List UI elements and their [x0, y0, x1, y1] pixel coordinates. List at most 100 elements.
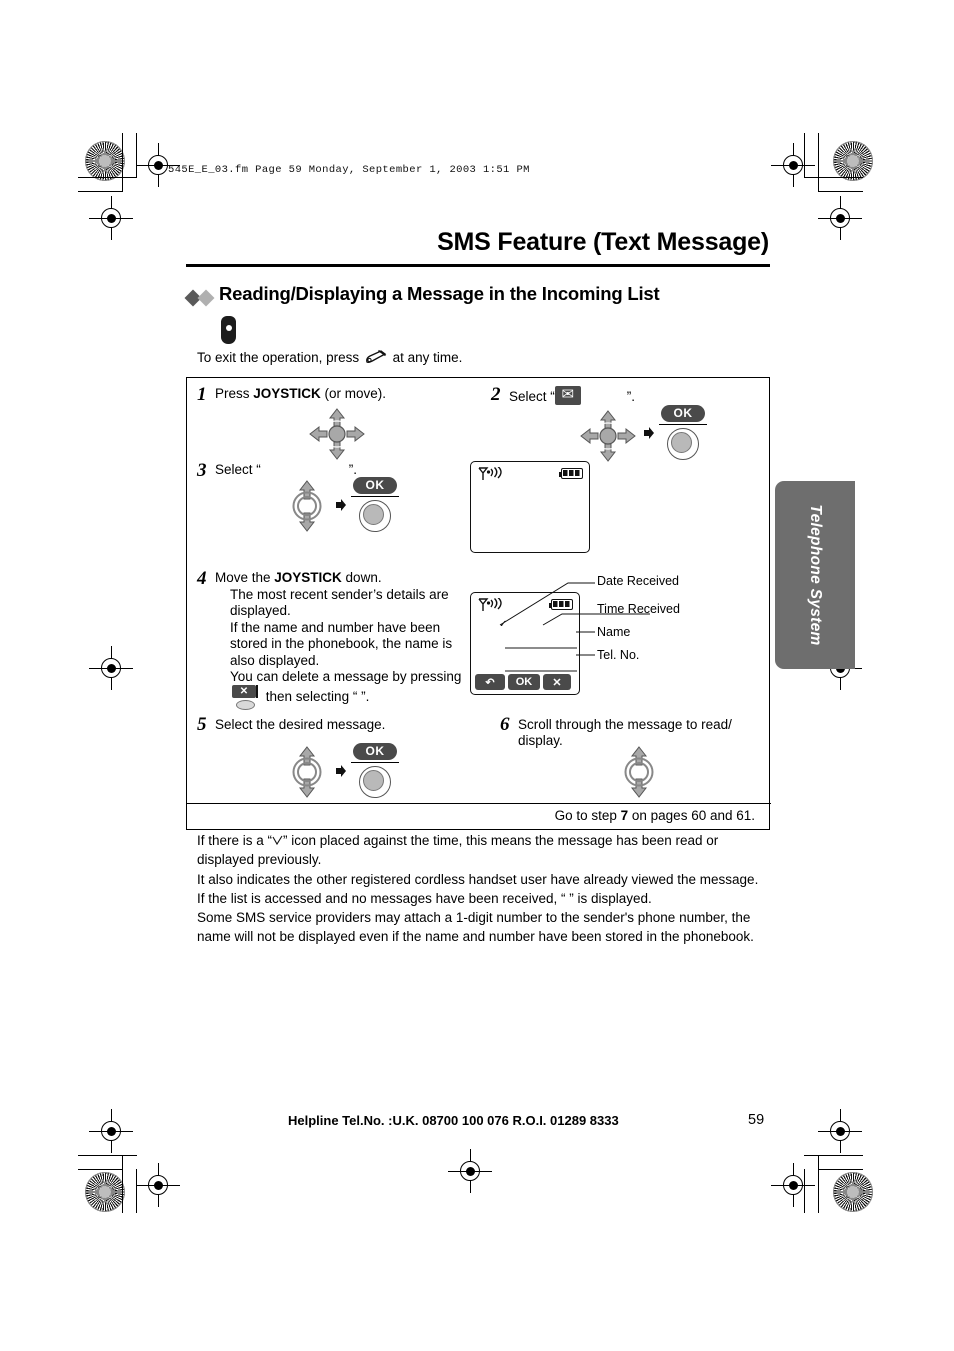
section-heading: Reading/Displaying a Message in the Inco…	[219, 283, 660, 304]
exit-instruction-after: at any time.	[392, 350, 463, 365]
page-number: 59	[748, 1112, 765, 1128]
page-title: SMS Feature (Text Message)	[437, 228, 769, 256]
note-1: If there is a “” icon placed against the…	[197, 831, 773, 870]
off-hook-key-icon	[365, 349, 387, 365]
step-3-number: 3	[197, 460, 207, 481]
note-2: It also indicates the other registered c…	[197, 871, 759, 887]
read-tick-icon	[272, 835, 283, 846]
registration-mark-left-upper	[89, 196, 133, 240]
exit-instruction: To exit the operation, press at any time…	[197, 349, 462, 365]
step-4-heading: Move the JOYSTICK down.	[215, 570, 465, 586]
crop-mark	[818, 1169, 863, 1170]
registration-mark-left-bottom	[89, 1109, 133, 1153]
crop-mark	[804, 177, 863, 178]
lcd-screen-empty	[470, 461, 590, 553]
callout-tel-no: Tel. No.	[597, 648, 640, 662]
delete-key-edge	[256, 685, 258, 699]
go-to-step-note: Go to step 7 on pages 60 and 61.	[555, 808, 755, 823]
registration-mark-left-lower	[89, 646, 133, 690]
arrow-right-icon	[643, 426, 655, 440]
step-box-inner-divider	[187, 803, 771, 805]
go-to-step-after: on pages 60 and 61.	[628, 808, 755, 823]
title-divider	[186, 264, 770, 267]
step-5-text: Select the desired message.	[215, 717, 386, 732]
ok-key-icon: OK	[351, 743, 399, 798]
step-1-bold: JOYSTICK	[253, 386, 321, 401]
step-6-text: Scroll through the message to read/ disp…	[518, 717, 732, 749]
callout-time-received: Time Received	[597, 602, 680, 616]
step-6-number: 6	[500, 714, 510, 735]
print-registration-star-bottom-right	[833, 1172, 873, 1212]
go-to-step-number: 7	[620, 808, 629, 823]
step-4-before: Move the	[215, 570, 275, 585]
registration-mark-top-right	[771, 143, 815, 187]
crop-mark	[136, 1169, 137, 1213]
registration-mark-bottom-center	[448, 1149, 492, 1193]
callout-name: Name	[597, 625, 631, 639]
registration-mark-right-upper	[818, 196, 862, 240]
step-3-text-before: Select “	[215, 462, 261, 477]
step-4-body-3-after: then selecting “ ”.	[265, 689, 370, 705]
print-registration-star-top-left	[85, 141, 125, 181]
step-4-body-2: If the name and number have been stored …	[230, 620, 453, 668]
ok-key-icon: OK	[659, 405, 707, 460]
side-tab-label: Telephone System	[807, 504, 824, 646]
step-3-text: Select “ ”.	[215, 462, 465, 478]
step-5-number: 5	[197, 714, 207, 735]
step-4-body-3-before: You can delete a message by pressing	[230, 669, 462, 684]
ok-key-ring	[359, 500, 391, 532]
crop-mark	[818, 133, 819, 191]
registration-mark-bottom-left	[136, 1163, 180, 1207]
crop-mark	[804, 1155, 863, 1156]
callout-date-received: Date Received	[597, 574, 679, 588]
procedure-step-box: 1 Press JOYSTICK (or move). 2 Select “ ”.	[186, 377, 771, 830]
antenna-signal-icon	[477, 465, 511, 481]
step-2-text: Select “ ”.	[509, 385, 759, 405]
crop-mark	[804, 133, 805, 177]
ok-key-divider	[351, 762, 399, 764]
step-1-text-before: Press	[215, 386, 254, 401]
ok-key-divider	[659, 424, 707, 426]
crop-mark	[136, 133, 137, 177]
step-2-number: 2	[491, 384, 501, 405]
footer-helpline: Helpline Tel.No. :U.K. 08700 100 076 R.O…	[288, 1113, 619, 1128]
note-4: Some SMS service providers may attach a …	[197, 910, 754, 945]
crop-mark	[78, 1169, 123, 1170]
ok-key-ring	[667, 428, 699, 460]
crop-mark	[122, 1155, 123, 1213]
crop-mark	[818, 1155, 819, 1213]
crop-mark	[78, 1155, 137, 1156]
delete-key-glyph: ✕	[232, 685, 256, 699]
envelope-icon	[554, 385, 581, 405]
ok-key-label: OK	[661, 405, 705, 422]
joystick-4way-icon	[580, 410, 636, 462]
step-1-text: Press JOYSTICK (or move).	[215, 386, 475, 402]
joystick-updown-icon	[622, 746, 656, 798]
ok-key-icon: OK	[351, 477, 399, 532]
note-1-before: If there is a “	[197, 833, 273, 848]
ok-key-divider	[351, 496, 399, 498]
file-stamp: 545E_E_03.fm Page 59 Monday, September 1…	[168, 164, 530, 176]
note-3: If the list is accessed and no messages …	[197, 890, 652, 906]
joystick-4way-icon	[309, 408, 365, 460]
print-registration-star-top-right	[833, 141, 873, 181]
delete-key-icon: ✕	[232, 685, 260, 711]
step-3-text-after: ”.	[348, 462, 358, 477]
crop-mark	[818, 191, 863, 192]
print-registration-star-bottom-left	[85, 1172, 125, 1212]
step-4-after: down.	[341, 570, 382, 585]
crop-mark	[804, 1169, 805, 1213]
exit-instruction-before: To exit the operation, press	[197, 350, 360, 365]
arrow-right-icon	[335, 498, 347, 512]
go-to-step-before: Go to step	[554, 808, 621, 823]
diamond-bullet-light-icon	[197, 289, 215, 307]
step-4-number: 4	[197, 568, 207, 589]
joystick-updown-icon	[290, 480, 324, 532]
step-2-text-before: Select “	[509, 389, 555, 404]
ok-key-ring	[359, 766, 391, 798]
step-1-text-after: (or move).	[320, 386, 387, 401]
arrow-right-icon	[335, 764, 347, 778]
notes-block: If there is a “” icon placed against the…	[197, 831, 773, 947]
crop-mark	[78, 177, 137, 178]
registration-mark-right-bottom	[818, 1109, 862, 1153]
